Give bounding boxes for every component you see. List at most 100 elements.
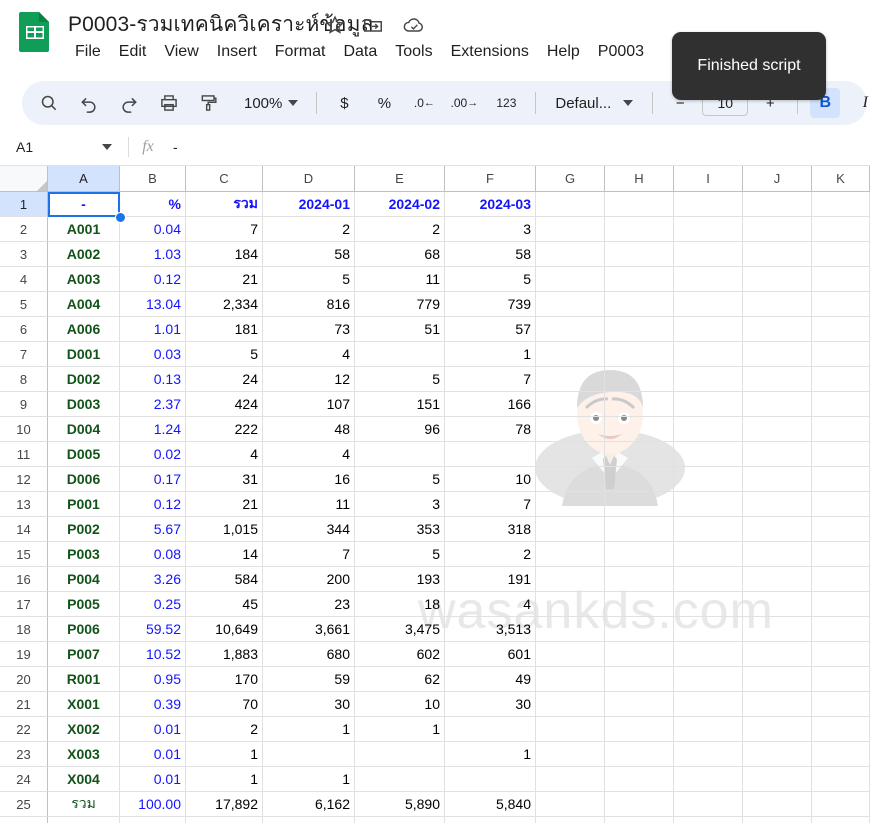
cell-F25[interactable]: 5,840 <box>445 792 536 817</box>
cell-B3[interactable]: 1.03 <box>120 242 186 267</box>
cell-D19[interactable]: 680 <box>263 642 355 667</box>
cell-H25[interactable] <box>605 792 674 817</box>
cell-I10[interactable] <box>674 417 743 442</box>
cell-J21[interactable] <box>743 692 812 717</box>
cell-F18[interactable]: 3,513 <box>445 617 536 642</box>
row-header-14[interactable]: 14 <box>0 517 48 542</box>
cell-A14[interactable]: P002 <box>48 517 120 542</box>
cell-J1[interactable] <box>743 192 812 217</box>
cell-F26[interactable] <box>445 817 536 823</box>
row-header-4[interactable]: 4 <box>0 267 48 292</box>
menu-item-file[interactable]: File <box>66 40 110 64</box>
cell-B12[interactable]: 0.17 <box>120 467 186 492</box>
cell-C10[interactable]: 222 <box>186 417 263 442</box>
cell-I23[interactable] <box>674 742 743 767</box>
cell-D3[interactable]: 58 <box>263 242 355 267</box>
cloud-saved-icon[interactable] <box>402 14 426 36</box>
decrease-decimal-button[interactable]: .0 ← <box>409 88 439 118</box>
percent-format-button[interactable]: % <box>369 88 399 118</box>
menu-item-insert[interactable]: Insert <box>208 40 266 64</box>
column-header-e[interactable]: E <box>355 166 445 192</box>
cell-B22[interactable]: 0.01 <box>120 717 186 742</box>
cell-C12[interactable]: 31 <box>186 467 263 492</box>
row-header-10[interactable]: 10 <box>0 417 48 442</box>
row-header-22[interactable]: 22 <box>0 717 48 742</box>
cell-E25[interactable]: 5,890 <box>355 792 445 817</box>
cell-G24[interactable] <box>536 767 605 792</box>
cell-G9[interactable] <box>536 392 605 417</box>
cell-C11[interactable]: 4 <box>186 442 263 467</box>
cell-E4[interactable]: 11 <box>355 267 445 292</box>
cell-K24[interactable] <box>812 767 870 792</box>
cell-I21[interactable] <box>674 692 743 717</box>
cell-F16[interactable]: 191 <box>445 567 536 592</box>
redo-icon[interactable] <box>114 88 144 118</box>
cell-H9[interactable] <box>605 392 674 417</box>
cell-G1[interactable] <box>536 192 605 217</box>
cell-B4[interactable]: 0.12 <box>120 267 186 292</box>
cell-B26[interactable] <box>120 817 186 823</box>
cell-H5[interactable] <box>605 292 674 317</box>
cell-B25[interactable]: 100.00 <box>120 792 186 817</box>
cell-C23[interactable]: 1 <box>186 742 263 767</box>
cell-G20[interactable] <box>536 667 605 692</box>
cell-E17[interactable]: 18 <box>355 592 445 617</box>
cell-C14[interactable]: 1,015 <box>186 517 263 542</box>
cell-J15[interactable] <box>743 542 812 567</box>
cell-J16[interactable] <box>743 567 812 592</box>
cell-H18[interactable] <box>605 617 674 642</box>
cell-C9[interactable]: 424 <box>186 392 263 417</box>
cell-G8[interactable] <box>536 367 605 392</box>
menu-item-view[interactable]: View <box>155 40 207 64</box>
cell-D7[interactable]: 4 <box>263 342 355 367</box>
cell-A26[interactable] <box>48 817 120 823</box>
menu-item-extensions[interactable]: Extensions <box>442 40 538 64</box>
cell-C19[interactable]: 1,883 <box>186 642 263 667</box>
cell-J6[interactable] <box>743 317 812 342</box>
cell-H8[interactable] <box>605 367 674 392</box>
cell-C3[interactable]: 184 <box>186 242 263 267</box>
cell-I17[interactable] <box>674 592 743 617</box>
cell-J26[interactable] <box>743 817 812 823</box>
menu-item-help[interactable]: Help <box>538 40 589 64</box>
cell-K15[interactable] <box>812 542 870 567</box>
cell-B10[interactable]: 1.24 <box>120 417 186 442</box>
cell-H10[interactable] <box>605 417 674 442</box>
column-header-d[interactable]: D <box>263 166 355 192</box>
cell-H22[interactable] <box>605 717 674 742</box>
cell-F9[interactable]: 166 <box>445 392 536 417</box>
cell-D25[interactable]: 6,162 <box>263 792 355 817</box>
cell-G3[interactable] <box>536 242 605 267</box>
cell-G22[interactable] <box>536 717 605 742</box>
cell-C16[interactable]: 584 <box>186 567 263 592</box>
cell-B13[interactable]: 0.12 <box>120 492 186 517</box>
menu-item-tools[interactable]: Tools <box>386 40 441 64</box>
cell-I19[interactable] <box>674 642 743 667</box>
cell-A7[interactable]: D001 <box>48 342 120 367</box>
cell-G10[interactable] <box>536 417 605 442</box>
cell-E10[interactable]: 96 <box>355 417 445 442</box>
cell-A18[interactable]: P006 <box>48 617 120 642</box>
cell-C5[interactable]: 2,334 <box>186 292 263 317</box>
cell-J10[interactable] <box>743 417 812 442</box>
cell-E13[interactable]: 3 <box>355 492 445 517</box>
cell-J4[interactable] <box>743 267 812 292</box>
cell-K12[interactable] <box>812 467 870 492</box>
cell-A12[interactable]: D006 <box>48 467 120 492</box>
cell-A8[interactable]: D002 <box>48 367 120 392</box>
cell-D1[interactable]: 2024-01 <box>263 192 355 217</box>
cell-A6[interactable]: A006 <box>48 317 120 342</box>
cell-F17[interactable]: 4 <box>445 592 536 617</box>
cell-C15[interactable]: 14 <box>186 542 263 567</box>
cell-E22[interactable]: 1 <box>355 717 445 742</box>
cell-G23[interactable] <box>536 742 605 767</box>
row-header-26[interactable]: 26 <box>0 817 48 823</box>
cell-I2[interactable] <box>674 217 743 242</box>
row-header-15[interactable]: 15 <box>0 542 48 567</box>
cell-B23[interactable]: 0.01 <box>120 742 186 767</box>
cell-B2[interactable]: 0.04 <box>120 217 186 242</box>
cell-I4[interactable] <box>674 267 743 292</box>
cell-C6[interactable]: 181 <box>186 317 263 342</box>
cell-A21[interactable]: X001 <box>48 692 120 717</box>
cell-B6[interactable]: 1.01 <box>120 317 186 342</box>
